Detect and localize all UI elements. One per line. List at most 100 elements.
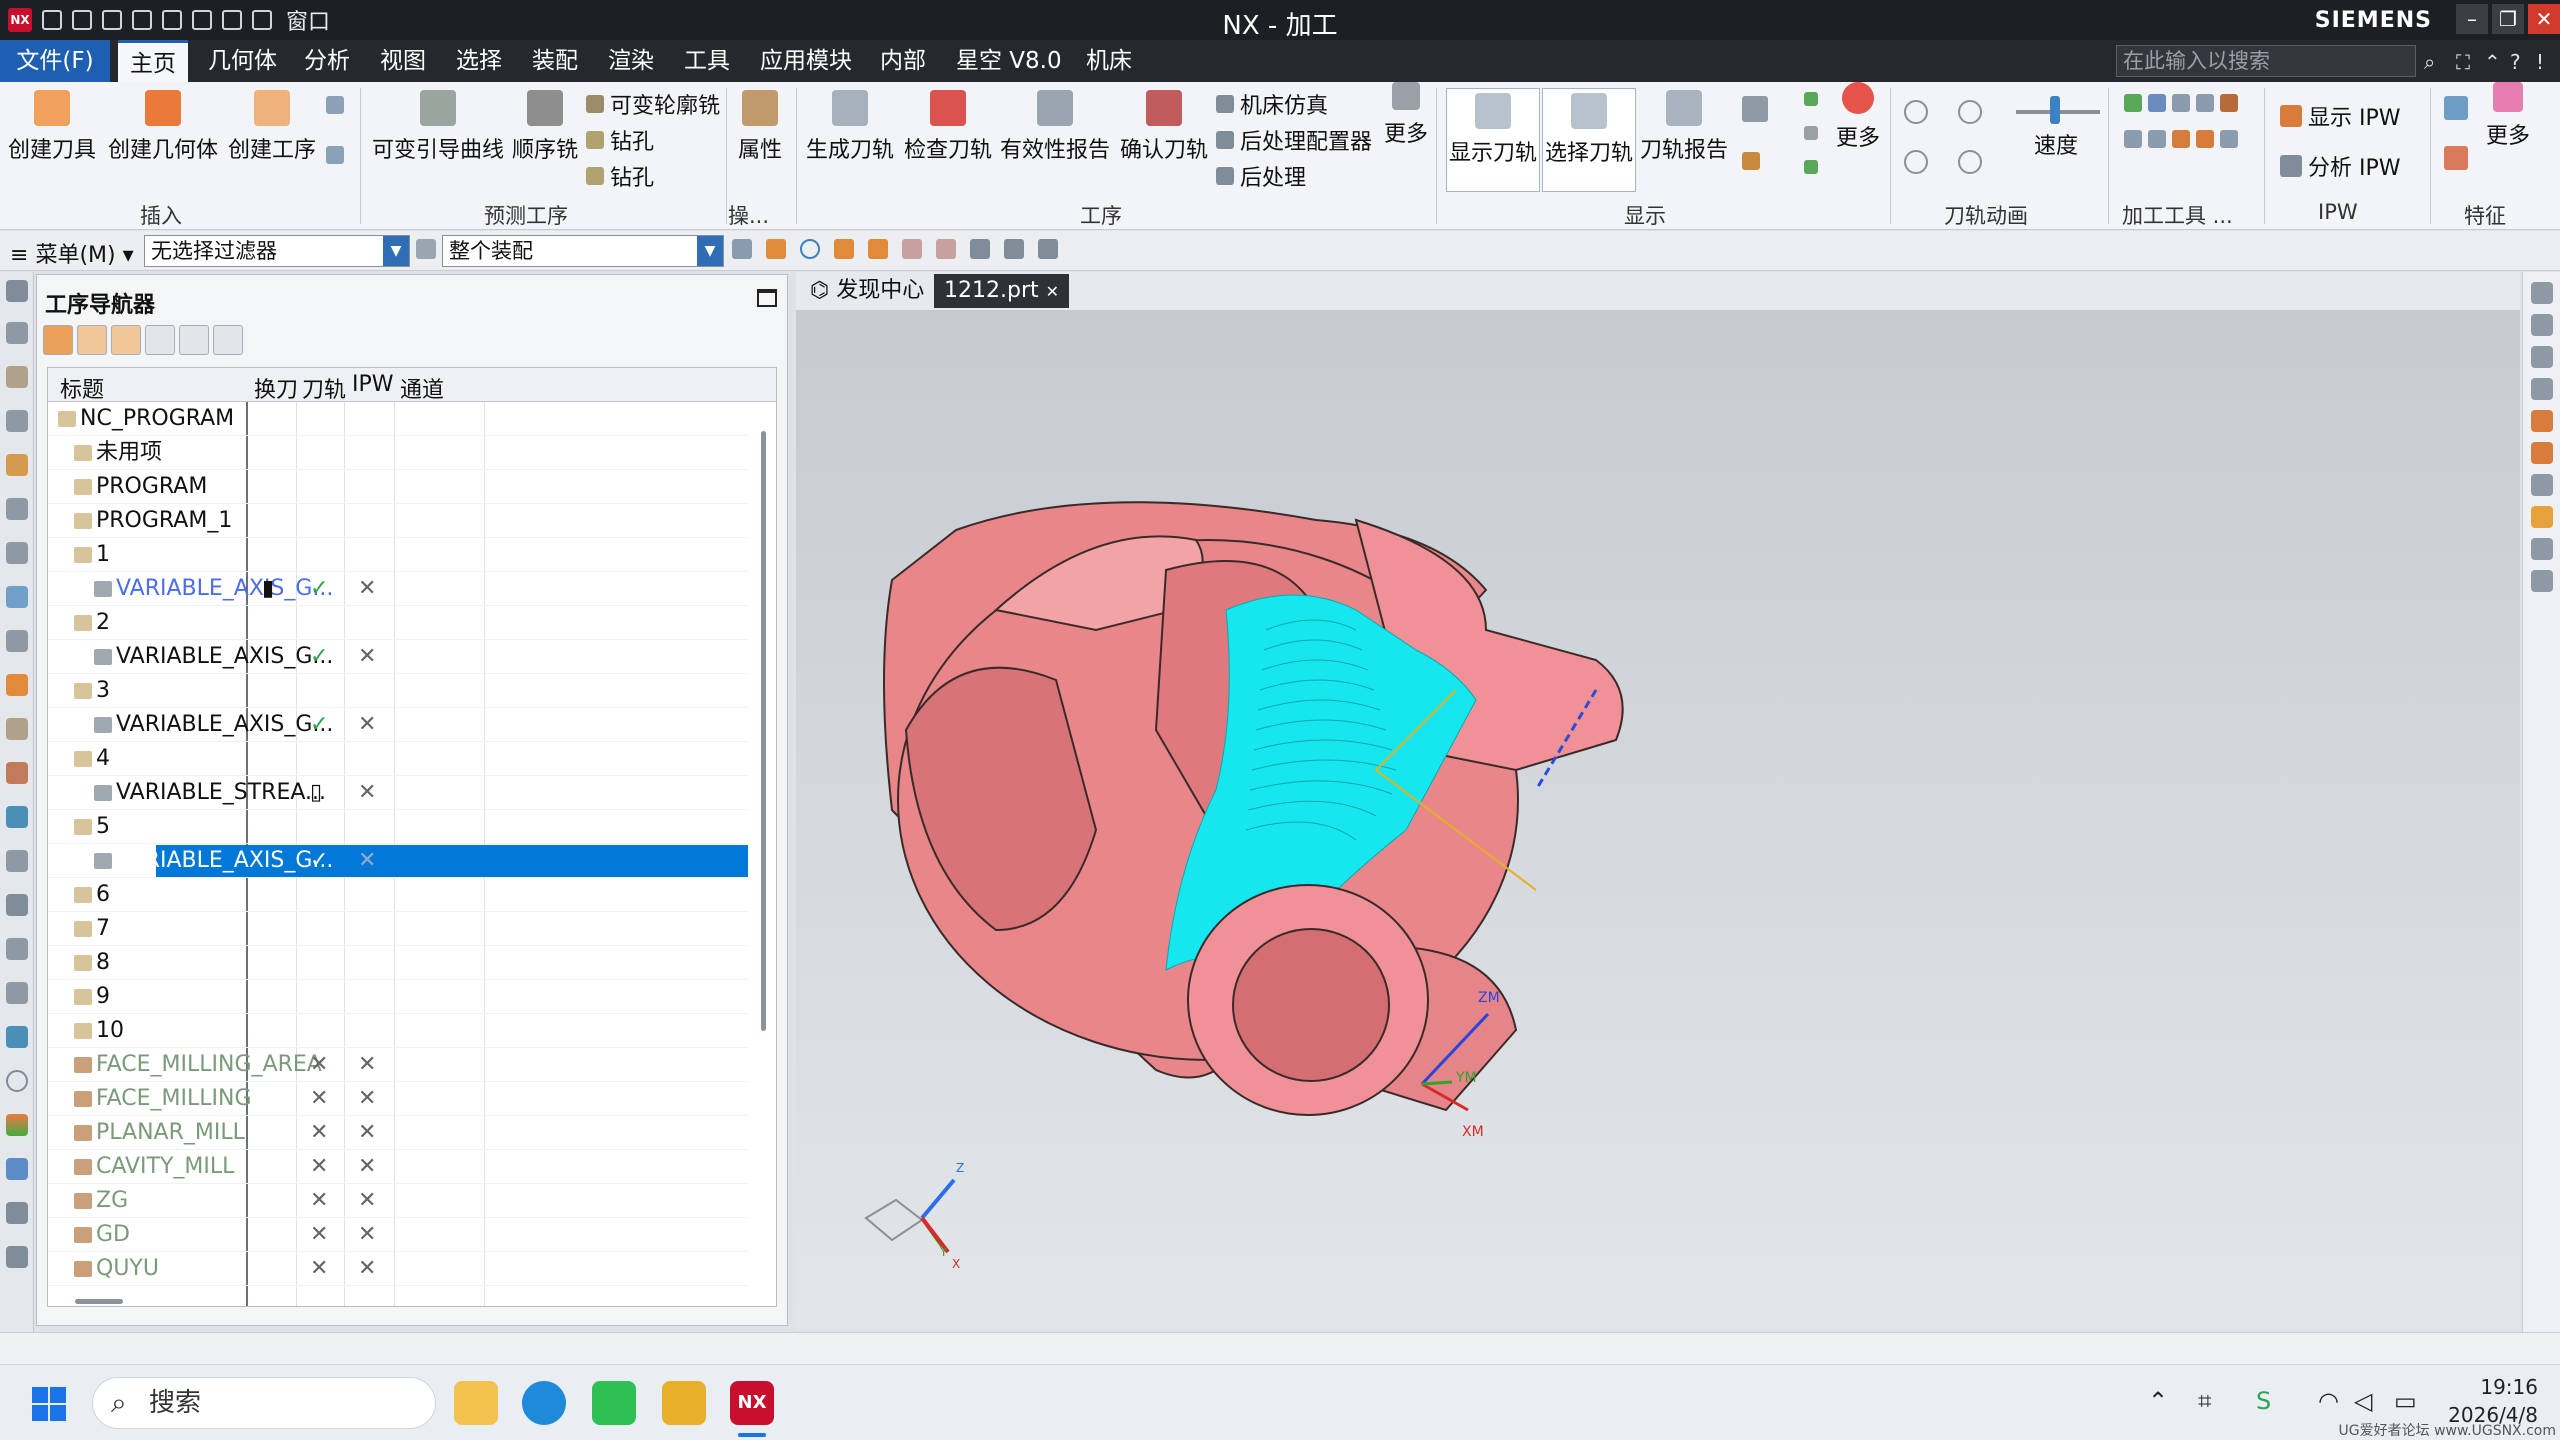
select-toolpath-button[interactable]: 选择刀轨 bbox=[1542, 88, 1636, 192]
snap-point-icons[interactable] bbox=[732, 239, 1058, 259]
tree-node[interactable]: 3 bbox=[74, 674, 110, 708]
tree-node[interactable]: FACE_MILLING bbox=[74, 1082, 252, 1116]
validity-report-button[interactable]: 有效性报告 bbox=[1000, 90, 1110, 164]
create-tool-button[interactable]: 创建刀具 bbox=[8, 90, 96, 164]
machine-icon[interactable] bbox=[6, 1246, 28, 1268]
table-row[interactable]: ZG ✕ ✕ bbox=[48, 1184, 748, 1218]
arrow-down-icon[interactable] bbox=[1804, 160, 1818, 174]
feature-more-button[interactable]: 更多 bbox=[2486, 82, 2530, 150]
search-icon[interactable]: ⌕ bbox=[2424, 50, 2435, 74]
program-order-view-icon[interactable] bbox=[43, 325, 73, 355]
tree-node[interactable]: CAVITY_MILL bbox=[74, 1150, 234, 1184]
table-row[interactable]: PROGRAM bbox=[48, 470, 748, 504]
table-row[interactable]: PROGRAM_1 bbox=[48, 504, 748, 538]
create-geometry-button[interactable]: 创建几何体 bbox=[108, 90, 218, 164]
table-row[interactable]: 9 bbox=[48, 980, 748, 1014]
tab-machine[interactable]: 机床 bbox=[1074, 40, 1144, 82]
table-row[interactable]: VARIABLE_STREA... ▯ ✕ bbox=[48, 776, 748, 810]
anim-rewind-icon[interactable] bbox=[1904, 100, 1928, 124]
tab-applications[interactable]: 应用模块 bbox=[748, 40, 864, 82]
geometry-view-icon[interactable] bbox=[111, 325, 141, 355]
restore-button[interactable]: ❐ bbox=[2492, 4, 2524, 34]
reuse-library-icon[interactable] bbox=[6, 674, 28, 696]
view-icon-5[interactable] bbox=[2531, 410, 2553, 432]
table-row[interactable]: GD ✕ ✕ bbox=[48, 1218, 748, 1252]
postprocessor-config-button[interactable]: 后处理配置器 bbox=[1216, 124, 1372, 156]
feature-navigator-icon[interactable] bbox=[6, 630, 28, 652]
roles-icon[interactable] bbox=[6, 982, 28, 1004]
main-menu-button[interactable]: ≡ 菜单(M) ▾ bbox=[10, 237, 134, 269]
confirm-toolpath-button[interactable]: 确认刀轨 bbox=[1120, 90, 1208, 164]
wechat-icon[interactable] bbox=[592, 1381, 636, 1425]
generate-toolpath-button[interactable]: 生成刀轨 bbox=[806, 90, 894, 164]
speaker-icon[interactable]: ◁ bbox=[2354, 1387, 2372, 1415]
palette-icon[interactable] bbox=[6, 1114, 28, 1136]
tree-node[interactable]: VARIABLE_AXIS_G... bbox=[94, 844, 333, 878]
constraint-navigator-icon[interactable] bbox=[6, 410, 28, 432]
tree-node[interactable]: 6 bbox=[74, 878, 110, 912]
machining-tool-icons[interactable] bbox=[2124, 94, 2238, 112]
tree-node[interactable]: PROGRAM_1 bbox=[74, 504, 232, 538]
clock-icon[interactable] bbox=[6, 1070, 28, 1092]
table-row[interactable]: FACE_MILLING ✕ ✕ bbox=[48, 1082, 748, 1116]
tab-view[interactable]: 视图 bbox=[368, 40, 438, 82]
tab-part-file[interactable]: 1212.prt ✕ bbox=[934, 274, 1070, 308]
table-row[interactable]: 5 bbox=[48, 810, 748, 844]
column-toolpath[interactable]: 刀轨 bbox=[302, 372, 346, 404]
library-icon[interactable] bbox=[6, 718, 28, 740]
arrow-up-icon[interactable] bbox=[1804, 92, 1818, 106]
filter-icon[interactable] bbox=[416, 239, 436, 259]
alert-icon[interactable]: ! bbox=[2536, 50, 2544, 74]
tree-node[interactable]: VARIABLE_AXIS_G... bbox=[94, 708, 333, 742]
table-row[interactable]: 6 bbox=[48, 878, 748, 912]
close-icon[interactable]: ✕ bbox=[1046, 282, 1059, 301]
edge-browser-icon[interactable] bbox=[522, 1381, 566, 1425]
attributes-button[interactable]: 属性 bbox=[738, 90, 782, 164]
machining-method-view-icon[interactable] bbox=[145, 325, 175, 355]
operation-more-button[interactable]: 更多 bbox=[1384, 82, 1428, 148]
file-explorer-icon[interactable] bbox=[454, 1381, 498, 1425]
view-icon-4[interactable] bbox=[2531, 378, 2553, 400]
web-browser-icon[interactable] bbox=[6, 806, 28, 828]
tree-node[interactable]: VARIABLE_AXIS_G... bbox=[94, 640, 333, 674]
tree-node[interactable]: 2 bbox=[74, 606, 110, 640]
tools-icon[interactable] bbox=[6, 1202, 28, 1224]
table-row[interactable]: VARIABLE_AXIS_G... ✓ ✕ bbox=[48, 640, 748, 674]
tab-tools[interactable]: 工具 bbox=[672, 40, 742, 82]
table-row[interactable]: NC_PROGRAM bbox=[48, 402, 748, 436]
tab-geometry[interactable]: 几何体 bbox=[196, 40, 289, 82]
tab-home[interactable]: 主页 bbox=[118, 40, 188, 82]
feature-icon-2[interactable] bbox=[2444, 146, 2468, 170]
tree-node[interactable]: 9 bbox=[74, 980, 110, 1014]
table-row[interactable]: QUYU ✕ ✕ bbox=[48, 1252, 748, 1286]
table-row[interactable]: VARIABLE_AXIS_G... ✓ ✕ bbox=[48, 708, 748, 742]
tree-node[interactable]: ZG bbox=[74, 1184, 128, 1218]
history-icon[interactable] bbox=[6, 850, 28, 872]
tree-node[interactable]: VARIABLE_AXIS_G... bbox=[94, 572, 333, 606]
taskbar-search[interactable]: ⌕ 搜索 bbox=[92, 1377, 436, 1429]
anim-play-icon[interactable] bbox=[1958, 100, 1982, 124]
machine-tool-view-icon[interactable] bbox=[77, 325, 107, 355]
view-icon-6[interactable] bbox=[2531, 442, 2553, 464]
tree-node[interactable]: 10 bbox=[74, 1014, 124, 1048]
tree-node[interactable]: GD bbox=[74, 1218, 130, 1252]
anim-step-back-icon[interactable] bbox=[1904, 150, 1928, 174]
speed-slider-thumb[interactable] bbox=[2050, 96, 2060, 124]
view-icon-10[interactable] bbox=[2531, 570, 2553, 592]
tree-node[interactable]: 4 bbox=[74, 742, 110, 776]
view-icon-1[interactable] bbox=[2531, 282, 2553, 304]
system-materials-icon[interactable] bbox=[6, 894, 28, 916]
windows-start-icon[interactable] bbox=[32, 1387, 66, 1421]
geometry-navigator-icon[interactable] bbox=[6, 586, 28, 608]
maximize-icon[interactable] bbox=[757, 289, 777, 307]
horizontal-scrollbar[interactable] bbox=[75, 1299, 123, 1304]
machine-simulation-button[interactable]: 机床仿真 bbox=[1216, 88, 1328, 120]
tab-analysis[interactable]: 分析 bbox=[292, 40, 362, 82]
assembly-navigator-icon[interactable] bbox=[6, 366, 28, 388]
tree-node[interactable]: NC_PROGRAM bbox=[58, 402, 234, 436]
table-row[interactable]: FACE_MILLING_AREA ✕ ✕ bbox=[48, 1048, 748, 1082]
selection-scope-select[interactable]: 整个装配 ▼ bbox=[442, 235, 724, 267]
view-icon-7[interactable] bbox=[2531, 474, 2553, 496]
verify-toolpath-button[interactable]: 检查刀轨 bbox=[904, 90, 992, 164]
tree-node[interactable]: FACE_MILLING_AREA bbox=[74, 1048, 322, 1082]
